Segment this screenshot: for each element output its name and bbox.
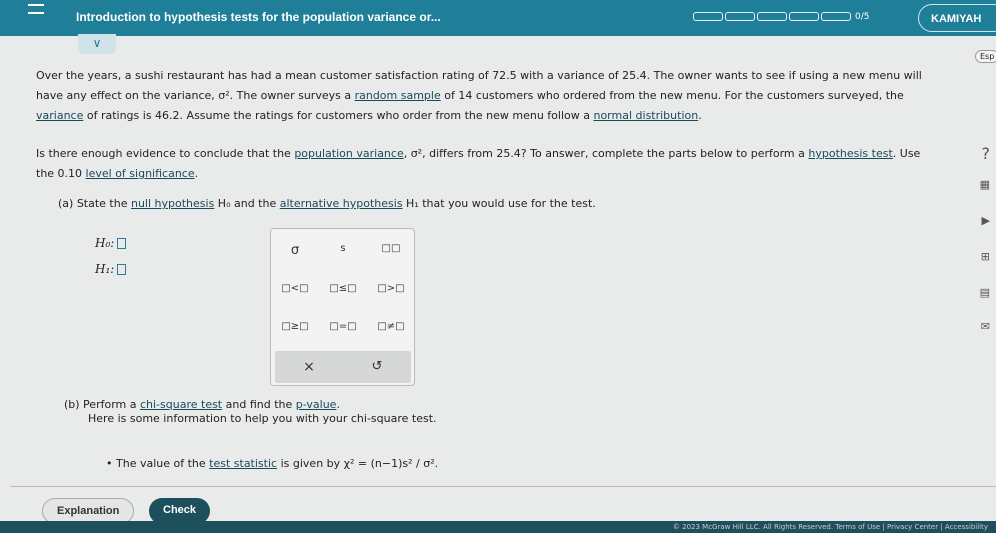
book-icon[interactable]: ▤ (980, 286, 990, 299)
progress-text: 0/5 (855, 12, 870, 22)
problem-line: Over the years, a sushi restaurant has h… (36, 69, 922, 82)
sigma-button[interactable]: σ (273, 243, 317, 258)
link-chi-square-test[interactable]: chi-square test (140, 398, 222, 411)
link-random-sample[interactable]: random sample (355, 89, 441, 102)
calculator-icon[interactable]: ▦ (980, 178, 990, 191)
progress-bar (693, 12, 851, 21)
h0-input[interactable] (117, 238, 127, 249)
menu-icon[interactable] (28, 4, 44, 14)
problem-line: variance of ratings is 46.2. Assume the … (36, 109, 702, 122)
not-equal-button[interactable]: □≠□ (369, 321, 413, 332)
greater-equal-button[interactable]: □≥□ (273, 321, 317, 332)
part-a-text: (a) State the null hypothesis H₀ and the… (58, 197, 596, 210)
help-icon[interactable]: ? (982, 144, 991, 163)
symbol-palette: σ s □□ □<□ □≤□ □>□ □≥□ □=□ □≠□ × ↺ (270, 228, 415, 386)
question-line: Is there enough evidence to conclude tha… (36, 147, 921, 160)
link-level-of-significance[interactable]: level of significance (86, 167, 195, 180)
mail-icon[interactable]: ✉ (981, 320, 990, 333)
problem-text: Over the years, a sushi restaurant has h… (36, 66, 956, 126)
palette-actions: × ↺ (275, 351, 411, 383)
link-variance[interactable]: variance (36, 109, 83, 122)
equal-button[interactable]: □=□ (321, 321, 365, 332)
greater-than-button[interactable]: □>□ (369, 283, 413, 294)
link-test-statistic[interactable]: test statistic (209, 457, 277, 470)
divider (10, 486, 996, 487)
link-hypothesis-test[interactable]: hypothesis test (808, 147, 892, 160)
table-icon[interactable]: ⊞ (981, 250, 990, 263)
part-b-line: (b) Perform a chi-square test and find t… (64, 398, 340, 411)
top-bar: Introduction to hypothesis tests for the… (0, 0, 996, 36)
bullet: • The value of the test statistic is giv… (106, 457, 439, 470)
link-normal-distribution[interactable]: normal distribution (593, 109, 698, 122)
link-alternative-hypothesis[interactable]: alternative hypothesis (280, 197, 403, 210)
question-text: Is there enough evidence to conclude tha… (36, 144, 956, 184)
video-icon[interactable]: ▶ (982, 214, 990, 227)
chevron-down-icon[interactable]: ∨ (78, 34, 116, 54)
part-b-info: Here is some information to help you wit… (88, 412, 437, 425)
link-p-value[interactable]: p-value (296, 398, 337, 411)
user-menu[interactable]: KAMIYAH (918, 4, 996, 32)
superscript-button[interactable]: □□ (369, 243, 413, 254)
footer: © 2023 McGraw Hill LLC. All Rights Reser… (0, 521, 996, 533)
h0-row: H₀: (95, 236, 127, 250)
part-b-text: (b) Perform a chi-square test and find t… (64, 398, 984, 426)
clear-button[interactable]: × (287, 359, 331, 375)
s-button[interactable]: s (321, 243, 365, 254)
link-null-hypothesis[interactable]: null hypothesis (131, 197, 214, 210)
undo-button[interactable]: ↺ (355, 359, 399, 374)
less-than-button[interactable]: □<□ (273, 283, 317, 294)
link-population-variance[interactable]: population variance (294, 147, 403, 160)
h1-input[interactable] (117, 264, 127, 275)
problem-line: have any effect on the variance, σ². The… (36, 89, 904, 102)
language-button[interactable]: Esp (975, 50, 996, 63)
h1-row: H₁: (95, 262, 127, 276)
page-title: Introduction to hypothesis tests for the… (76, 10, 441, 24)
question-line: the 0.10 level of significance. (36, 167, 199, 180)
less-equal-button[interactable]: □≤□ (321, 283, 365, 294)
